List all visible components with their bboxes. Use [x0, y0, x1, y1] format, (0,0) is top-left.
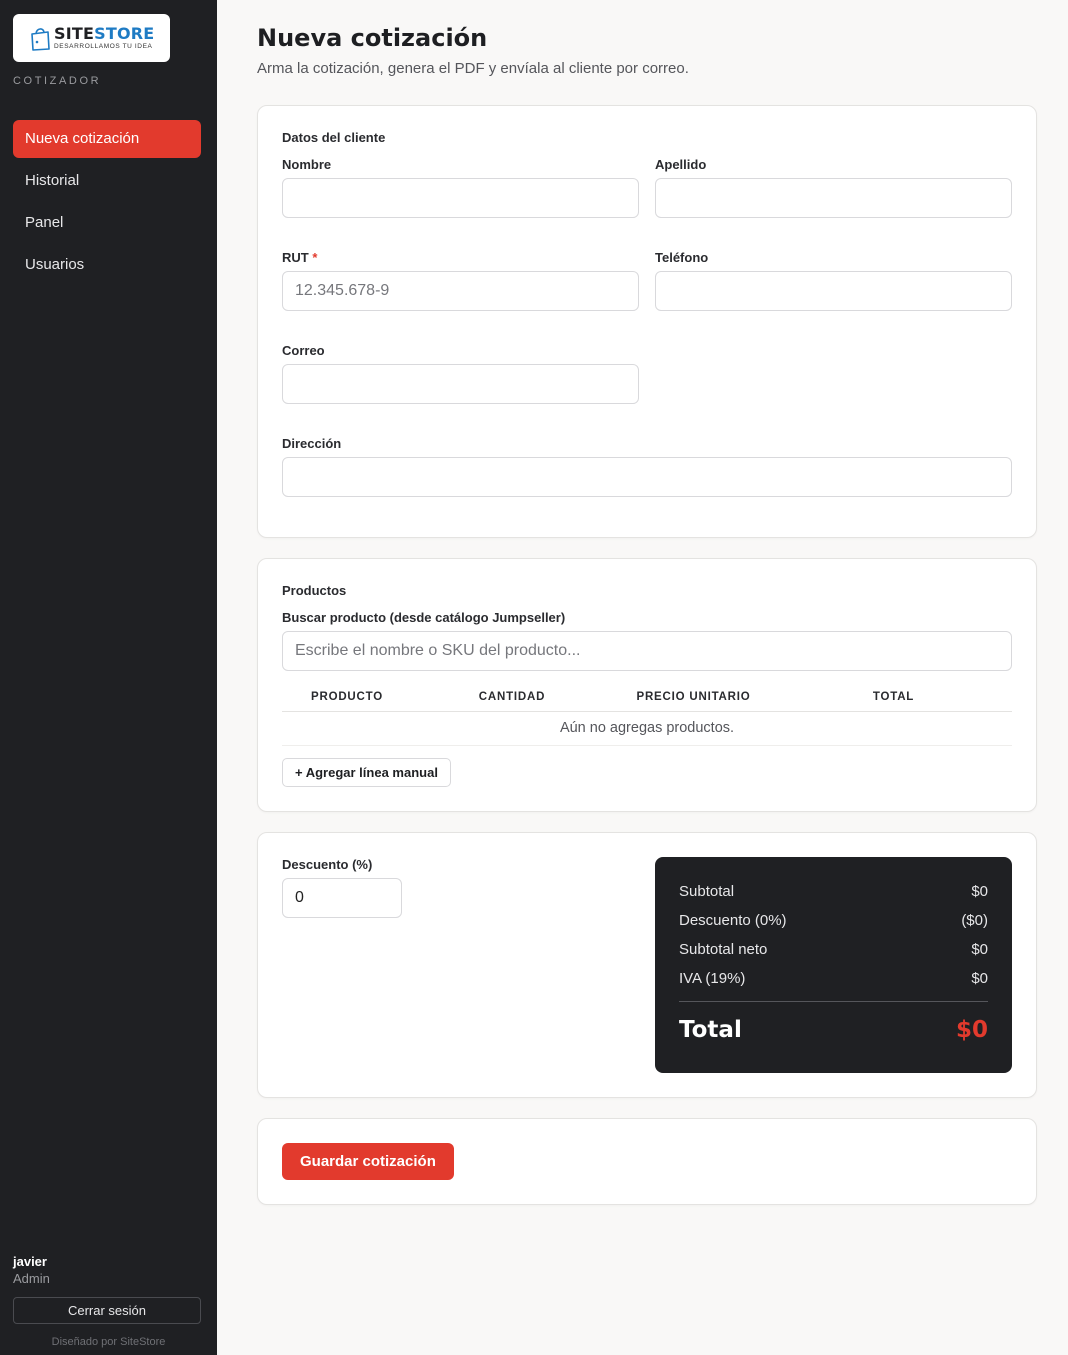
net-subtotal-label: Subtotal neto [679, 941, 768, 958]
user-name: javier [13, 1254, 47, 1269]
rut-input[interactable] [282, 271, 639, 311]
brand-name-part2: STORE [94, 23, 155, 43]
discount-input[interactable] [282, 878, 402, 918]
apellido-input[interactable] [655, 178, 1012, 218]
client-section-title: Datos del cliente [282, 130, 386, 145]
footer-credit: Diseñado por SiteStore [51, 1336, 166, 1348]
totals-divider [679, 1001, 988, 1002]
column-header-cantidad: CANTIDAD [412, 683, 612, 712]
iva-value: $0 [971, 970, 988, 987]
product-search-label: Buscar producto (desde catálogo Jumpsell… [282, 610, 566, 625]
column-header-total: TOTAL [775, 683, 1012, 712]
sidebar-item-historial[interactable]: Historial [13, 162, 201, 200]
iva-label: IVA (19%) [679, 970, 746, 987]
column-header-precio-unitario: PRECIO UNITARIO [612, 683, 775, 712]
total-label: Total [679, 1017, 742, 1043]
sidebar-item-nueva-cotizacion[interactable]: Nueva cotización [13, 120, 201, 158]
column-header-producto: PRODUCTO [282, 683, 412, 712]
products-card: Productos Buscar producto (desde catálog… [257, 558, 1037, 812]
sidebar-nav: Nueva cotización Historial Panel Usuario… [13, 120, 201, 288]
sidebar-item-usuarios[interactable]: Usuarios [13, 246, 201, 284]
nombre-label: Nombre [282, 157, 332, 172]
save-quote-button[interactable]: Guardar cotización [282, 1143, 454, 1180]
sidebar-item-panel[interactable]: Panel [13, 204, 201, 242]
discount-row: Descuento (0%) ($0) [679, 912, 988, 929]
logout-button[interactable]: Cerrar sesión [13, 1297, 201, 1324]
total-value: $0 [955, 1017, 988, 1043]
brand-name-part1: SITE [54, 23, 95, 43]
nombre-input[interactable] [282, 178, 639, 218]
discount-total-label: Descuento (0%) [679, 912, 787, 929]
required-mark: * [312, 250, 318, 265]
actions-card: Guardar cotización [257, 1118, 1037, 1205]
discount-total-value: ($0) [961, 912, 988, 929]
products-section-title: Productos [282, 583, 347, 598]
net-subtotal-row: Subtotal neto $0 [679, 941, 988, 958]
summary-card: Descuento (%) Subtotal $0 Descuento (0%) (… [257, 832, 1037, 1098]
apellido-label: Apellido [655, 157, 707, 172]
products-table: PRODUCTO CANTIDAD PRECIO UNITARIO TOTAL … [282, 683, 1012, 746]
direccion-label: Dirección [282, 436, 342, 451]
page-title: Nueva cotización [257, 24, 488, 52]
iva-row: IVA (19%) $0 [679, 970, 988, 987]
telefono-label: Teléfono [655, 250, 709, 265]
empty-products-message: Aún no agregas productos. [282, 711, 1012, 746]
discount-label: Descuento (%) [282, 857, 373, 872]
shopping-bag-icon [31, 28, 50, 51]
correo-input[interactable] [282, 364, 639, 404]
direccion-input[interactable] [282, 457, 1012, 497]
app-section-label: COTIZADOR [13, 75, 102, 87]
rut-label-text: RUT [282, 250, 309, 265]
rut-label: RUT * [282, 250, 317, 265]
totals-panel: Subtotal $0 Descuento (0%) ($0) Subtotal n… [655, 857, 1012, 1073]
user-role: Admin [13, 1271, 50, 1286]
client-card: Datos del cliente Nombre Apellido RUT * … [257, 105, 1037, 538]
sidebar: SITESTORE DESARROLLAMOS TU IDEA COTIZADO… [0, 0, 217, 1355]
brand-logo[interactable]: SITESTORE DESARROLLAMOS TU IDEA [13, 14, 170, 62]
telefono-input[interactable] [655, 271, 1012, 311]
total-row: Total $0 [679, 1017, 988, 1043]
brand-name: SITESTORE [54, 23, 155, 43]
subtotal-row: Subtotal $0 [679, 883, 988, 900]
products-table-header: PRODUCTO CANTIDAD PRECIO UNITARIO TOTAL [282, 683, 1012, 712]
table-row: Aún no agregas productos. [282, 711, 1012, 746]
subtotal-value: $0 [971, 883, 988, 900]
subtotal-label: Subtotal [679, 883, 735, 900]
correo-label: Correo [282, 343, 325, 358]
page-subtitle: Arma la cotización, genera el PDF y enví… [257, 60, 689, 77]
brand-tagline: DESARROLLAMOS TU IDEA [54, 42, 153, 50]
add-manual-line-button[interactable]: + Agregar línea manual [282, 758, 451, 787]
net-subtotal-value: $0 [971, 941, 988, 958]
product-search-input[interactable] [282, 631, 1012, 671]
